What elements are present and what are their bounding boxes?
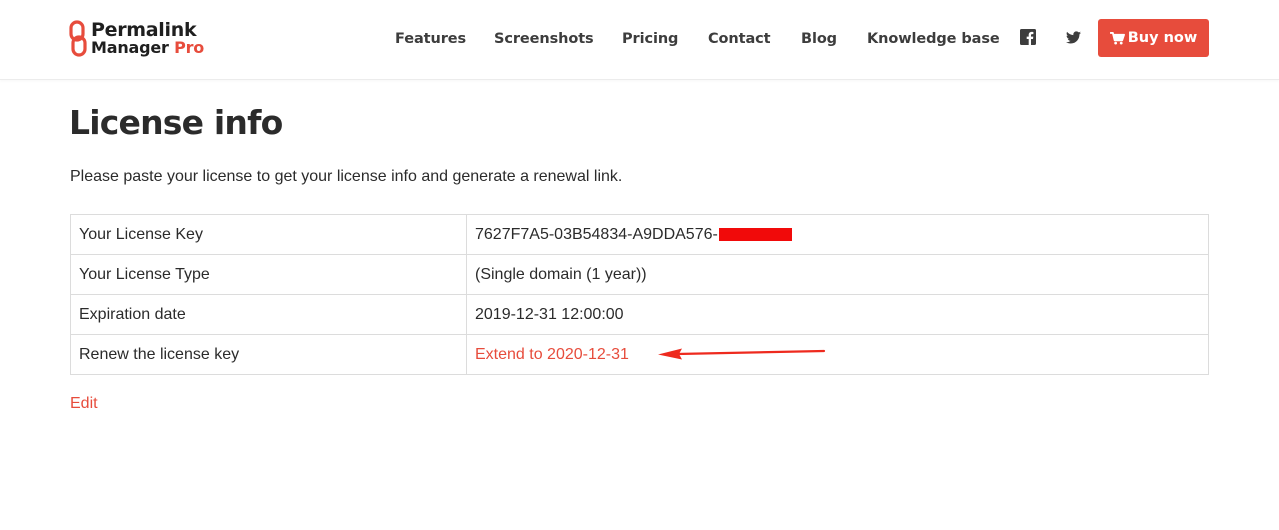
nav-item-knowledge-base[interactable]: Knowledge base bbox=[867, 29, 1000, 49]
twitter-icon[interactable] bbox=[1066, 31, 1081, 44]
nav-item-pricing[interactable]: Pricing bbox=[622, 29, 678, 49]
buy-now-label: Buy now bbox=[1127, 30, 1198, 46]
brand-name: Permalink Manager Pro bbox=[91, 19, 204, 57]
page-title: License info bbox=[69, 103, 283, 142]
link-chain-icon bbox=[69, 20, 87, 57]
table-row: Expiration date 2019-12-31 12:00:00 bbox=[70, 294, 1209, 335]
license-key-label: Your License Key bbox=[70, 214, 467, 255]
edit-link[interactable]: Edit bbox=[70, 394, 98, 414]
nav-item-blog[interactable]: Blog bbox=[801, 29, 837, 49]
extend-license-link[interactable]: Extend to 2020-12-31 bbox=[475, 346, 629, 363]
nav-item-screenshots[interactable]: Screenshots bbox=[494, 29, 594, 49]
brand-name-manager: Manager bbox=[91, 38, 169, 57]
brand-name-line2: Manager Pro bbox=[91, 39, 204, 56]
shopping-cart-icon bbox=[1109, 31, 1125, 45]
annotation-arrow-icon bbox=[658, 348, 826, 360]
facebook-icon[interactable] bbox=[1020, 29, 1036, 45]
brand-name-line1: Permalink bbox=[91, 19, 197, 41]
license-table: Your License Key 7627F7A5-03B54834-A9DDA… bbox=[70, 214, 1209, 375]
license-type-label: Your License Type bbox=[70, 254, 467, 295]
renew-value-cell: Extend to 2020-12-31 bbox=[466, 334, 1209, 375]
license-key-value-cell: 7627F7A5-03B54834-A9DDA576- bbox=[466, 214, 1209, 255]
buy-now-button[interactable]: Buy now bbox=[1098, 19, 1209, 57]
redaction-bar bbox=[718, 227, 792, 241]
renew-label: Renew the license key bbox=[70, 334, 467, 375]
brand-name-pro: Pro bbox=[174, 38, 205, 57]
expiration-date-label: Expiration date bbox=[70, 294, 467, 335]
nav-item-features[interactable]: Features bbox=[395, 29, 466, 49]
table-row: Your License Type (Single domain (1 year… bbox=[70, 254, 1209, 295]
site-header: Permalink Manager Pro Features Screensho… bbox=[0, 0, 1279, 80]
table-row: Renew the license key Extend to 2020-12-… bbox=[70, 334, 1209, 375]
license-key-value: 7627F7A5-03B54834-A9DDA576- bbox=[475, 225, 718, 243]
intro-text: Please paste your license to get your li… bbox=[70, 168, 623, 185]
nav-item-contact[interactable]: Contact bbox=[708, 29, 771, 49]
brand-logo[interactable]: Permalink Manager Pro bbox=[69, 19, 204, 59]
table-row: Your License Key 7627F7A5-03B54834-A9DDA… bbox=[70, 214, 1209, 255]
expiration-date-value: 2019-12-31 12:00:00 bbox=[466, 294, 1209, 335]
license-type-value: (Single domain (1 year)) bbox=[466, 254, 1209, 295]
